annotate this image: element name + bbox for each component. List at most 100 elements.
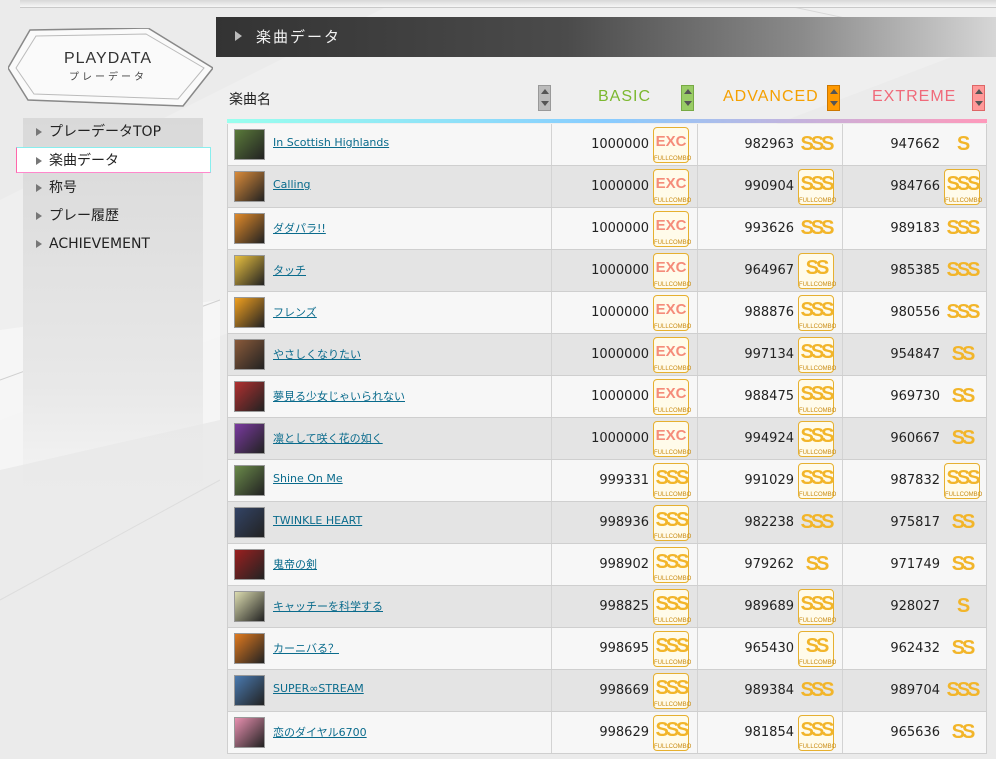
fullcombo-label: FULLCOMBO xyxy=(654,198,692,204)
sidebar-item-playdata-top[interactable]: プレーデータTOP xyxy=(23,119,203,145)
rank-label: SSS xyxy=(655,719,689,741)
song-title-link[interactable]: Calling xyxy=(273,178,311,191)
advanced-score: 989384 xyxy=(744,683,794,698)
rank-badge-icon: SSS FULLCOMBO xyxy=(653,589,691,625)
song-title-link[interactable]: 夢見る少女じゃいられない xyxy=(273,388,405,404)
rank-badge-icon: SSS xyxy=(944,211,980,247)
song-title-link[interactable]: SUPER∞STREAM xyxy=(273,682,364,695)
song-title-link[interactable]: キャッチーを科学する xyxy=(273,598,383,614)
table-row: タッチ 1000000 EXC FULLCOMBO 964967 SS FULLCOMBO 9… xyxy=(227,250,987,292)
sidebar-item-play-history[interactable]: プレー履歴 xyxy=(23,203,203,229)
table-row: TWINKLE HEART 998936 SSS FULLCOMBO 982238 SSS… xyxy=(227,502,987,544)
basic-score-cell: 998695 SSS FULLCOMBO xyxy=(552,628,698,669)
fullcombo-label: FULLCOMBO xyxy=(654,324,692,330)
advanced-score-cell: 981854 SSS FULLCOMBO xyxy=(698,712,843,753)
song-title-link[interactable]: タッチ xyxy=(273,262,306,278)
song-jacket-image xyxy=(234,507,265,538)
rank-label: EXC xyxy=(655,259,687,276)
song-cell: SUPER∞STREAM xyxy=(228,670,552,711)
song-title-link[interactable]: やさしくなりたい xyxy=(273,346,361,362)
sort-advanced-button[interactable] xyxy=(827,85,840,111)
rank-badge-icon: SSS FULLCOMBO xyxy=(798,337,836,373)
extreme-score: 985385 xyxy=(890,263,940,278)
top-bar xyxy=(20,0,996,8)
rank-badge-icon: SSS FULLCOMBO xyxy=(653,463,691,499)
extreme-score: 984766 xyxy=(890,179,940,194)
fullcombo-label: FULLCOMBO xyxy=(799,282,837,288)
advanced-score-cell: 982238 SSS xyxy=(698,502,843,543)
rank-badge-icon: SSS FULLCOMBO xyxy=(944,169,982,205)
song-title-link[interactable]: 恋のダイヤル6700 xyxy=(273,724,367,740)
rank-label: EXC xyxy=(655,217,687,234)
sidebar-item-label: 称号 xyxy=(49,180,77,196)
rank-label: EXC xyxy=(655,343,687,360)
advanced-score-cell: 965430 SS FULLCOMBO xyxy=(698,628,843,669)
basic-score-cell: 998902 SSS FULLCOMBO xyxy=(552,544,698,585)
sidebar-item-achievement[interactable]: ACHIEVEMENT xyxy=(23,231,203,257)
sort-song-button[interactable] xyxy=(538,85,551,111)
rank-label: EXC xyxy=(655,427,687,444)
rank-label: SSS xyxy=(800,593,834,615)
song-jacket-image xyxy=(234,717,265,748)
rank-badge-icon: S xyxy=(944,127,980,163)
song-table: In Scottish Highlands 1000000 EXC FULLCOMBO… xyxy=(227,124,987,754)
fullcombo-label: FULLCOMBO xyxy=(799,492,837,498)
sort-up-icon xyxy=(541,89,549,94)
basic-score: 1000000 xyxy=(591,389,649,404)
table-row: Shine On Me 999331 SSS FULLCOMBO 991029 SSS FU… xyxy=(227,460,987,502)
rank-badge-icon: SSS xyxy=(944,673,980,709)
song-title-link[interactable]: フレンズ xyxy=(273,304,317,320)
rank-badge-icon: SSS FULLCOMBO xyxy=(944,463,982,499)
song-title-link[interactable]: 鬼帝の剣 xyxy=(273,556,317,572)
rank-badge-icon: SS FULLCOMBO xyxy=(798,253,837,289)
page-title: 楽曲データ xyxy=(256,28,342,46)
table-row: 夢見る少女じゃいられない 1000000 EXC FULLCOMBO 988475 SSS… xyxy=(227,376,987,418)
table-row: カーニバる？ 998695 SSS FULLCOMBO 965430 SS FULLCOMB… xyxy=(227,628,987,670)
advanced-score: 979262 xyxy=(744,557,794,572)
rank-label: SSS xyxy=(800,425,834,447)
basic-score-cell: 1000000 EXC FULLCOMBO xyxy=(552,208,698,249)
extreme-score: 960667 xyxy=(890,431,940,446)
rank-badge-icon: SS xyxy=(944,505,980,541)
extreme-score-cell: 984766 SSS FULLCOMBO xyxy=(843,166,988,207)
advanced-score: 994924 xyxy=(744,431,794,446)
song-jacket-image xyxy=(234,549,265,580)
song-title-link[interactable]: TWINKLE HEART xyxy=(273,514,362,527)
song-jacket-image xyxy=(234,129,265,160)
song-title-link[interactable]: Shine On Me xyxy=(273,472,343,485)
advanced-score: 991029 xyxy=(744,473,794,488)
song-cell: フレンズ xyxy=(228,292,552,333)
song-title-link[interactable]: ダダパラ!! xyxy=(273,220,326,236)
arrow-right-icon xyxy=(235,31,242,41)
basic-score: 1000000 xyxy=(591,305,649,320)
basic-score-cell: 998629 SSS FULLCOMBO xyxy=(552,712,698,753)
song-jacket-image xyxy=(234,381,265,412)
rank-label: SSS xyxy=(946,679,980,701)
song-title-link[interactable]: 凛として咲く花の如く xyxy=(273,430,383,446)
arrow-right-icon xyxy=(36,240,42,248)
advanced-score-cell: 988475 SSS FULLCOMBO xyxy=(698,376,843,417)
advanced-score: 982238 xyxy=(744,515,794,530)
rank-badge-icon: SSS xyxy=(944,295,980,331)
basic-score: 1000000 xyxy=(591,347,649,362)
rank-badge-icon: SSS FULLCOMBO xyxy=(798,169,837,205)
song-jacket-image xyxy=(234,297,265,328)
extreme-score: 989183 xyxy=(890,221,940,236)
table-row: ダダパラ!! 1000000 EXC FULLCOMBO 993626 SSS 989183… xyxy=(227,208,987,250)
sort-basic-button[interactable] xyxy=(681,85,694,111)
fullcombo-label: FULLCOMBO xyxy=(654,660,692,666)
rank-badge-icon: SSS FULLCOMBO xyxy=(653,631,692,667)
fullcombo-label: FULLCOMBO xyxy=(799,198,837,204)
song-jacket-image xyxy=(234,339,265,370)
basic-score: 998695 xyxy=(599,641,649,656)
sort-extreme-button[interactable] xyxy=(972,85,985,111)
table-row: キャッチーを科学する 998825 SSS FULLCOMBO 989689 SSS FUL… xyxy=(227,586,987,628)
song-title-link[interactable]: In Scottish Highlands xyxy=(273,136,389,149)
song-cell: 夢見る少女じゃいられない xyxy=(228,376,552,417)
sidebar-item-titles[interactable]: 称号 xyxy=(23,175,203,201)
sidebar-item-song-data[interactable]: 楽曲データ xyxy=(16,147,211,173)
basic-score: 1000000 xyxy=(591,431,649,446)
song-jacket-image xyxy=(234,171,265,202)
extreme-score: 980556 xyxy=(890,305,940,320)
song-title-link[interactable]: カーニバる？ xyxy=(273,640,339,656)
